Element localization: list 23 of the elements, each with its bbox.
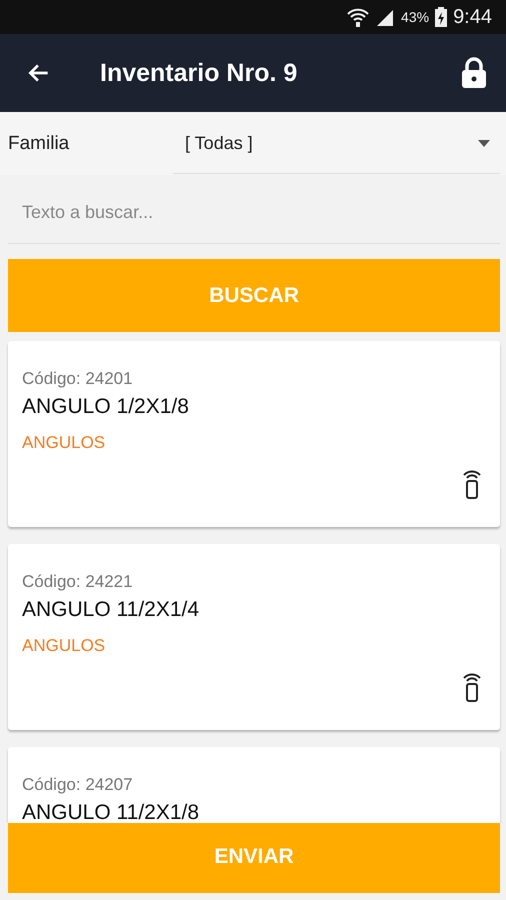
battery-icon — [435, 7, 448, 27]
item-card[interactable]: Código: 24221 ANGULO 11/2X1/4 ANGULOS — [8, 544, 500, 730]
lock-button[interactable] — [460, 57, 488, 89]
clock-time: 9:44 — [453, 6, 492, 28]
item-family: ANGULOS — [22, 433, 106, 453]
item-name: ANGULO 1/2X1/8 — [22, 395, 190, 419]
item-code: Código: 24201 — [22, 369, 134, 389]
remote-icon[interactable] — [462, 469, 482, 499]
item-name: ANGULO 11/2X1/4 — [22, 598, 200, 622]
family-dropdown[interactable]: [ Todas ] — [173, 114, 500, 174]
item-card[interactable]: Código: 24207 ANGULO 11/2X1/8 — [8, 747, 500, 823]
dropdown-caret-icon — [478, 140, 490, 146]
family-label: Familia — [8, 132, 70, 154]
item-name: ANGULO 11/2X1/8 — [22, 801, 200, 823]
item-card[interactable]: Código: 24201 ANGULO 1/2X1/8 ANGULOS — [8, 341, 500, 527]
item-code: Código: 24221 — [22, 572, 134, 592]
screen-title: Inventario Nro. 9 — [100, 58, 298, 88]
remote-icon[interactable] — [462, 672, 482, 702]
wifi-icon — [347, 7, 370, 27]
item-code: Código: 24207 — [22, 775, 134, 795]
battery-percent: 43% — [401, 9, 430, 25]
search-field[interactable]: Texto a buscar... — [8, 181, 500, 244]
item-family: ANGULOS — [22, 636, 106, 656]
